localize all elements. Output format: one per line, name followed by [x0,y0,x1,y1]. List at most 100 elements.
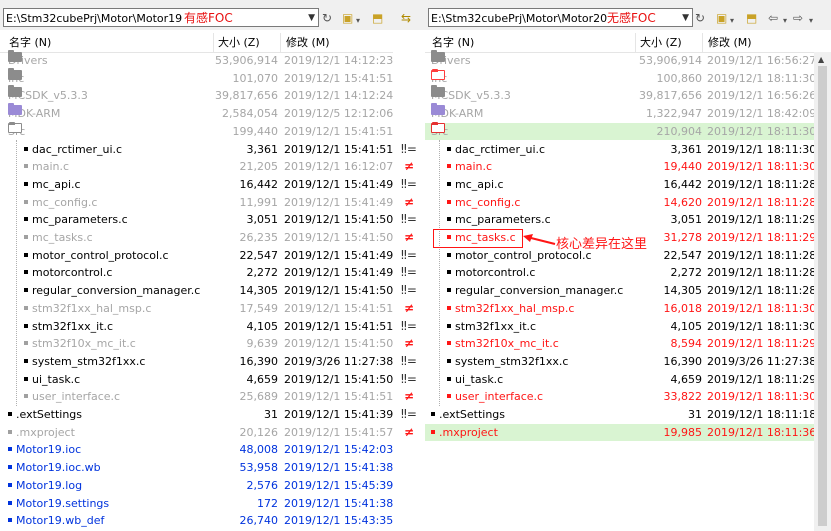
column-date-header[interactable]: 修改 (M) [708,36,752,50]
file-date: 2019/12/1 14:12:23 [284,54,393,67]
file-row[interactable]: mc_api.c 16,442 2019/12/1 18:11:28 [425,176,816,194]
file-icon [447,252,451,257]
file-row[interactable]: dac_rctimer_ui.c 3,361 2019/12/1 15:41:51 [0,141,393,159]
file-row[interactable]: Motor19.ioc 48,008 2019/12/1 15:42:03 [0,441,393,459]
file-row[interactable]: mc_parameters.c 3,051 2019/12/1 18:11:29 [425,211,816,229]
folder-icon [8,85,22,98]
file-row[interactable]: motorcontrol.c 2,272 2019/12/1 15:41:49 [0,264,393,282]
file-row[interactable]: motorcontrol.c 2,272 2019/12/1 18:11:28 [425,264,816,282]
file-row[interactable]: main.c 21,205 2019/12/1 16:12:07 [0,158,393,176]
file-row[interactable]: .mxproject 19,985 2019/12/1 18:11:36 [425,423,816,442]
file-name: dac_rctimer_ui.c [447,141,545,159]
file-row[interactable]: stm32f10x_mc_it.c 9,639 2019/12/1 15:41:50 [0,335,393,353]
folder-row[interactable]: MDK-ARM 1,322,947 2019/12/1 18:42:09 [425,103,816,123]
file-name: motor_control_protocol.c [24,247,169,265]
file-row[interactable]: motor_control_protocol.c 22,547 2019/12/1 … [0,247,393,265]
column-date-header[interactable]: 修改 (M) [286,36,330,50]
file-date: 2019/12/1 15:41:50 [284,213,393,227]
file-date: 2019/12/1 15:41:51 [284,390,393,404]
right-toolbar: E:\Stm32cubePrj\Motor\Motor20 ▼ 无感FOC ↻ … [425,0,831,30]
column-name-header[interactable]: 名字 (N) [9,36,51,50]
file-row[interactable]: dac_rctimer_ui.c 3,361 2019/12/1 18:11:30 [425,141,816,159]
chevron-down-icon[interactable]: ▾ [783,14,787,28]
right-vertical-scrollbar[interactable]: ▲ [814,52,831,531]
file-name: mc_config.c [447,194,520,212]
file-row[interactable]: mc_tasks.c 26,235 2019/12/1 15:41:50 [0,229,393,247]
left-path-combobox[interactable]: E:\Stm32cubePrj\Motor\Motor19 ▼ [3,8,319,27]
file-row[interactable]: regular_conversion_manager.c 14,305 2019/1… [425,282,816,300]
back-arrow-icon[interactable]: ⇦ [768,11,778,25]
file-row[interactable]: main.c 19,440 2019/12/1 18:11:30 [425,158,816,176]
file-icon [24,323,28,328]
folder-row[interactable]: Drivers 53,906,914 2019/12/1 16:56:27 [425,50,816,70]
chevron-down-icon[interactable]: ▼ [308,9,315,28]
swap-icon[interactable]: ⇆ [401,11,411,25]
folder-row[interactable]: MCSDK_v5.3.3 39,817,656 2019/12/1 16:56:26 [425,85,816,105]
file-row[interactable]: stm32f1xx_hal_msp.c 16,018 2019/12/1 18:11… [425,300,816,318]
file-row[interactable]: user_interface.c 33,822 2019/12/1 18:11:30 [425,388,816,406]
folder-row[interactable]: MCSDK_v5.3.3 39,817,656 2019/12/1 14:12:24 [0,85,393,105]
file-row[interactable]: Motor19.wb_def 26,740 2019/12/1 15:43:35 [0,512,393,530]
file-row[interactable]: stm32f1xx_hal_msp.c 17,549 2019/12/1 15:41… [0,300,393,318]
file-date: 2019/12/1 15:41:51 [284,124,393,138]
folder-up-icon[interactable]: ⬒ [746,11,757,25]
file-row[interactable]: ui_task.c 4,659 2019/12/1 18:11:29 [425,371,816,389]
forward-arrow-icon[interactable]: ⇨ [793,11,803,25]
browse-folder-icon[interactable]: ▣ [716,11,727,25]
file-name: MCSDK_v5.3.3 [431,85,511,103]
file-row[interactable]: Motor19.log 2,576 2019/12/1 15:45:39 [0,477,393,495]
equal-icon: ‼= [401,283,417,298]
refresh-icon[interactable]: ↻ [322,11,332,25]
folder-up-icon[interactable]: ⬒ [372,11,383,25]
file-row[interactable]: .mxproject 20,126 2019/12/1 15:41:57 [0,424,393,442]
scroll-up-icon[interactable]: ▲ [818,55,824,64]
file-size: 3,051 [670,213,703,227]
file-size: 16,442 [239,177,279,191]
refresh-icon[interactable]: ↻ [695,11,705,25]
file-row[interactable]: .extSettings 31 2019/12/1 15:41:39 [0,406,393,424]
file-name: Src [8,121,25,141]
file-size: 2,576 [246,478,279,492]
not-equal-icon: ≠ [403,194,415,209]
file-row[interactable]: system_stm32f1xx.c 16,390 2019/3/26 11:27:… [0,353,393,371]
folder-row[interactable]: Src 199,440 2019/12/1 15:41:51 [0,121,393,141]
chevron-down-icon[interactable]: ▾ [356,14,360,28]
file-icon [447,217,451,222]
chevron-down-icon[interactable]: ▼ [682,9,689,28]
folder-row[interactable]: Drivers 53,906,914 2019/12/1 14:12:23 [0,50,393,70]
file-size: 31 [264,408,278,421]
file-row[interactable]: system_stm32f1xx.c 16,390 2019/3/26 11:27:… [425,353,816,371]
equal-icon: ‼= [401,265,417,280]
file-row[interactable]: stm32f1xx_it.c 4,105 2019/12/1 18:11:30 [425,318,816,336]
folder-row[interactable]: MDK-ARM 2,584,054 2019/12/5 12:12:06 [0,103,393,123]
folder-row[interactable]: Src 210,904 2019/12/1 18:11:30 [425,121,816,141]
file-row[interactable]: ui_task.c 4,659 2019/12/1 15:41:50 [0,371,393,389]
file-row[interactable]: regular_conversion_manager.c 14,305 2019/1… [0,282,393,300]
file-row[interactable]: mc_config.c 14,620 2019/12/1 18:11:28 [425,194,816,212]
file-row[interactable]: Motor19.settings 172 2019/12/1 15:41:38 [0,495,393,513]
file-row[interactable]: stm32f1xx_it.c 4,105 2019/12/1 15:41:51 [0,318,393,336]
file-row[interactable]: mc_config.c 11,991 2019/12/1 15:41:49 [0,194,393,212]
file-size: 31 [688,408,702,421]
chevron-down-icon[interactable]: ▾ [809,14,813,28]
browse-folder-icon[interactable]: ▣ [342,11,353,25]
column-size-header[interactable]: 大小 (Z) [640,36,682,50]
column-name-header[interactable]: 名字 (N) [432,36,474,50]
file-name: motorcontrol.c [447,264,535,282]
column-size-header[interactable]: 大小 (Z) [218,36,260,50]
file-row[interactable]: .extSettings 31 2019/12/1 18:11:18 [425,406,816,424]
file-row[interactable]: stm32f10x_mc_it.c 8,594 2019/12/1 18:11:29 [425,335,816,353]
file-icon [447,164,451,169]
file-row[interactable]: Motor19.ioc.wb 53,958 2019/12/1 15:41:38 [0,459,393,477]
file-row[interactable]: mc_parameters.c 3,051 2019/12/1 15:41:50 [0,211,393,229]
scrollbar-thumb[interactable] [818,66,827,526]
folder-row[interactable]: Inc101,0702019/12/1 15:41:51 [0,67,393,88]
folder-row[interactable]: Inc100,8602019/12/1 18:11:30 [425,68,816,88]
file-name: user_interface.c [24,388,120,406]
file-name: system_stm32f1xx.c [24,353,145,371]
chevron-down-icon[interactable]: ▾ [730,14,734,28]
file-row[interactable]: user_interface.c 25,689 2019/12/1 15:41:51 [0,388,393,406]
file-date: 2019/12/1 15:41:51 [284,71,393,85]
file-name: MDK-ARM [431,103,484,121]
file-row[interactable]: mc_api.c 16,442 2019/12/1 15:41:49 [0,176,393,194]
